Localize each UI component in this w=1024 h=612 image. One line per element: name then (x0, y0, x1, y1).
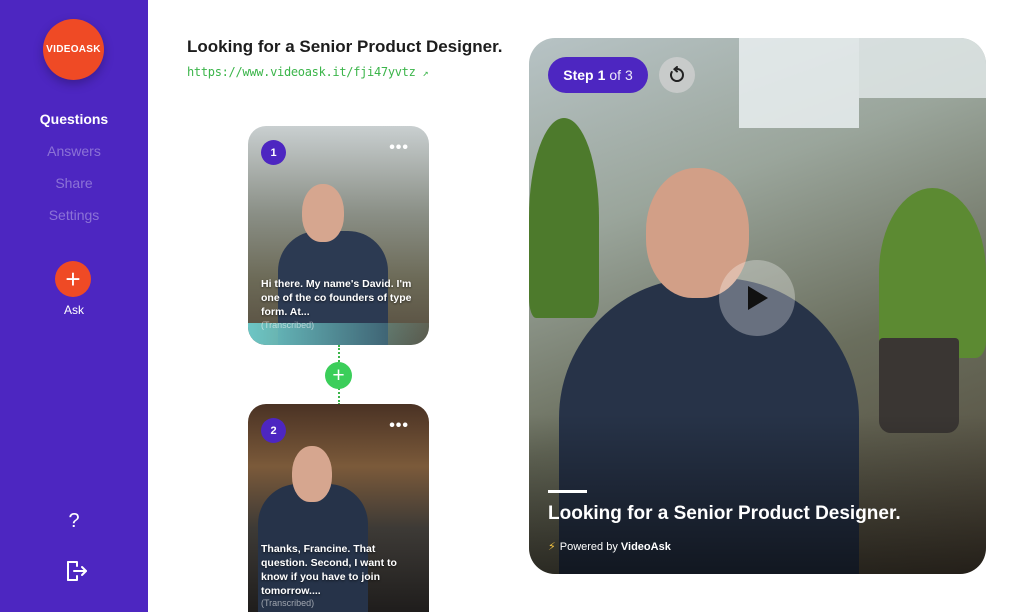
sidebar-nav: Questions Answers Share Settings (0, 108, 148, 236)
person-head (302, 184, 344, 242)
restart-button[interactable] (659, 57, 695, 93)
step-caption: Thanks, Francine. That question. Second,… (261, 543, 397, 597)
powered-brand[interactable]: VideoAsk (621, 541, 671, 553)
step-current: 1 (597, 67, 606, 83)
plant (529, 118, 599, 318)
question-icon[interactable]: ? (62, 510, 86, 534)
step-card-1[interactable]: 1 ••• Hi there. My name's David. I'm one… (248, 126, 429, 345)
nav-item-share[interactable]: Share (0, 172, 148, 204)
logout-icon[interactable] (63, 558, 89, 584)
more-options-icon[interactable]: ••• (389, 417, 409, 435)
preview-title: Looking for a Senior Product Designer. (548, 503, 901, 524)
background-window (859, 38, 986, 98)
question-title: Looking for a Senior Product Designer. (187, 37, 503, 56)
step-indicator: Step 1 of 3 (548, 57, 648, 93)
play-button[interactable] (719, 260, 795, 336)
ask-button[interactable]: + (55, 261, 91, 297)
person-head (292, 446, 332, 502)
external-link-icon: ↗ (422, 68, 429, 79)
background-window (739, 38, 859, 128)
videoask-logo[interactable]: VIDEOASK (43, 19, 104, 80)
powered-by[interactable]: ⚡ Powered by VideoAsk (548, 540, 671, 553)
question-link[interactable]: https://www.videoask.it/fji47yvtz ↗ (187, 65, 428, 79)
transcribed-label: (Transcribed) (261, 598, 315, 608)
nav-item-settings[interactable]: Settings (0, 204, 148, 236)
plant (879, 188, 986, 358)
step-number-badge: 2 (261, 418, 286, 443)
step-total: of 3 (609, 67, 633, 83)
nav-item-answers[interactable]: Answers (0, 140, 148, 172)
sidebar: VIDEOASK Questions Answers Share Setting… (0, 0, 148, 612)
add-step-button[interactable]: + (325, 362, 352, 389)
step-label: Step (563, 67, 594, 83)
ask-label: Ask (63, 303, 84, 317)
title-divider (548, 490, 587, 493)
step-number-badge: 1 (261, 140, 286, 165)
bolt-icon: ⚡ (548, 541, 556, 553)
nav-item-questions[interactable]: Questions (0, 108, 148, 140)
restart-icon (670, 66, 684, 82)
question-url[interactable]: https://www.videoask.it/fji47yvtz (187, 65, 416, 79)
more-options-icon[interactable]: ••• (389, 139, 409, 157)
step-card-2[interactable]: 2 ••• Thanks, Francine. That question. S… (248, 404, 429, 612)
transcribed-label: (Transcribed) (261, 320, 315, 330)
play-icon (748, 286, 768, 310)
plus-icon: + (65, 264, 81, 294)
plus-icon: + (332, 364, 345, 387)
step-caption: Hi there. My name's David. I'm one of th… (261, 278, 412, 318)
video-preview[interactable]: Step 1 of 3 Looking for a Senior Product D… (529, 38, 986, 574)
powered-prefix: Powered by (559, 541, 618, 553)
